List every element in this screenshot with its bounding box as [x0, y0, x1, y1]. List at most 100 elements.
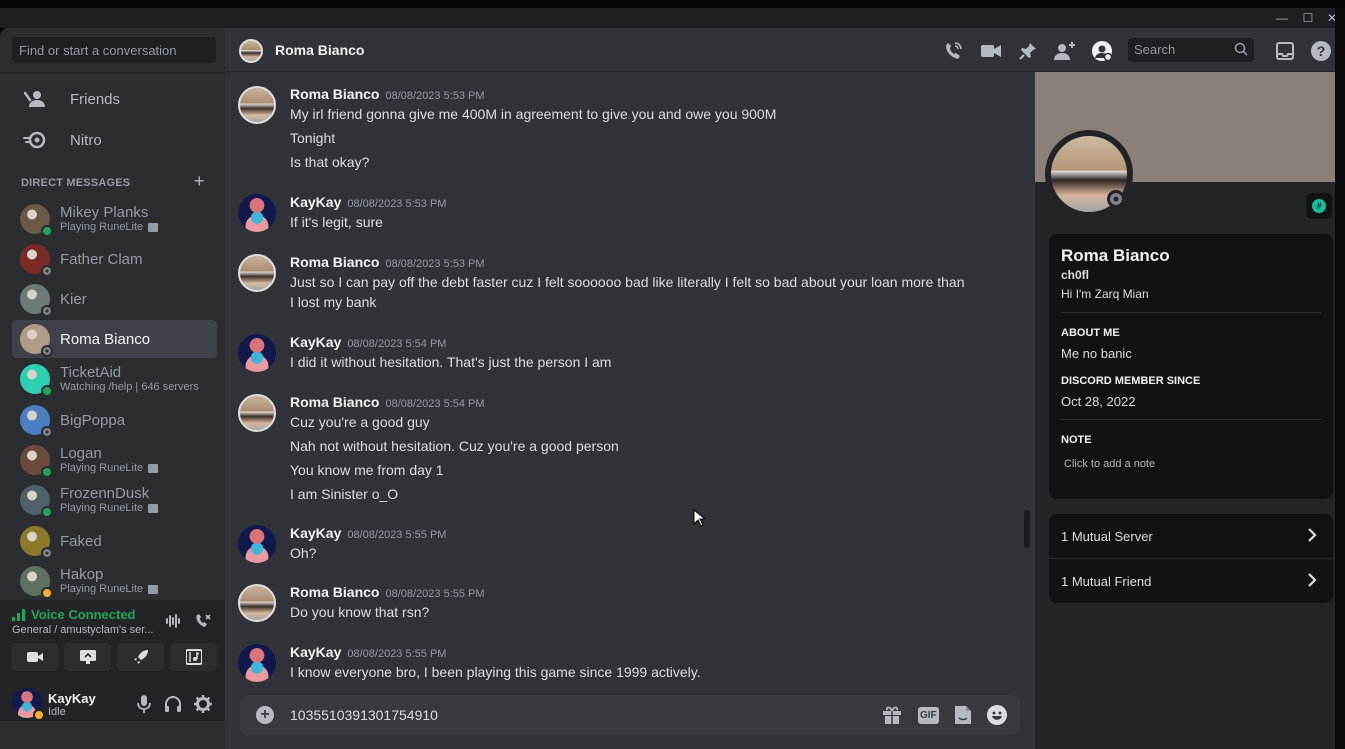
message-text: If it's legit, sure — [290, 214, 383, 230]
about-me-text: Me no banic — [1061, 346, 1132, 361]
dm-avatar — [20, 364, 53, 397]
sidebar-item-friends[interactable]: Friends — [12, 80, 217, 118]
headphones-button[interactable] — [164, 695, 182, 718]
camera-icon — [26, 652, 43, 662]
dm-name: Roma Bianco — [60, 330, 151, 348]
message-avatar[interactable] — [238, 194, 276, 232]
game-icon — [148, 504, 159, 513]
message-timestamp: 08/08/2023 5:54 PM — [347, 338, 447, 350]
message-author-row: Roma Bianco 08/08/2023 5:53 PM — [290, 86, 485, 102]
message-author[interactable]: Roma Bianco — [290, 254, 379, 270]
dm-item[interactable]: TicketAid Watching /help | 646 servers — [12, 360, 217, 398]
nitro-icon — [22, 130, 48, 150]
sidebar-item-nitro[interactable]: Nitro — [12, 121, 217, 159]
sidebar-item-label: Nitro — [70, 131, 102, 149]
dm-item[interactable]: Faked — [12, 522, 217, 560]
dm-activity-text: Playing RuneLite — [60, 583, 144, 595]
offline-status-icon — [41, 547, 53, 559]
message-avatar[interactable] — [238, 644, 276, 682]
dm-name: BigPoppa — [60, 411, 126, 429]
dm-item[interactable]: Logan Playing RuneLite — [12, 441, 217, 479]
emoji-button[interactable] — [987, 705, 1007, 730]
sticker-button[interactable] — [954, 705, 972, 730]
message-author[interactable]: Roma Bianco — [290, 394, 379, 410]
pinned-messages-button[interactable] — [1017, 40, 1039, 62]
user-avatar[interactable] — [12, 688, 45, 721]
message-author[interactable]: KayKay — [290, 334, 341, 350]
user-name: KayKay — [48, 691, 96, 706]
message-author-row: KayKay 08/08/2023 5:54 PM — [290, 334, 446, 350]
camera-button[interactable] — [11, 643, 58, 671]
disconnect-icon[interactable] — [194, 613, 212, 633]
create-dm-button[interactable]: + — [194, 171, 205, 192]
message-avatar[interactable] — [238, 254, 276, 292]
voice-connected-panel: Voice Connected General / amustyclam's s… — [0, 600, 225, 680]
online-status-icon — [41, 225, 53, 237]
message-avatar[interactable] — [238, 584, 276, 622]
noise-suppression-icon[interactable] — [165, 613, 181, 633]
find-conversation-input[interactable]: Find or start a conversation — [12, 37, 216, 63]
note-input[interactable]: Click to add a note — [1064, 458, 1155, 470]
voice-channel-link[interactable]: General / amustyclam's ser... — [12, 624, 153, 636]
hide-user-profile-button[interactable] — [1091, 40, 1113, 62]
message-author[interactable]: Roma Bianco — [290, 584, 379, 600]
minimize-button[interactable]: — — [1270, 8, 1294, 28]
dm-name: Kier — [60, 290, 87, 308]
dm-avatar — [20, 485, 53, 518]
offline-status-icon — [41, 426, 53, 438]
video-call-button[interactable] — [980, 40, 1002, 62]
header-avatar — [239, 39, 263, 63]
direct-messages-heading: DIRECT MESSAGES — [21, 177, 131, 189]
message-avatar[interactable] — [238, 86, 276, 124]
upload-button[interactable]: + — [256, 706, 274, 724]
gif-button[interactable]: GIF — [918, 705, 939, 724]
dm-item[interactable]: Mikey Planks Playing RuneLite — [12, 200, 217, 238]
message-avatar[interactable] — [238, 334, 276, 372]
screen-top-edge — [0, 0, 1345, 8]
search-input[interactable]: Search — [1128, 38, 1254, 62]
help-button[interactable]: ? — [1310, 40, 1332, 62]
add-friends-to-dm-button[interactable] — [1054, 40, 1076, 62]
dm-item[interactable]: FrozennDusk Playing RuneLite — [12, 481, 217, 519]
message-avatar[interactable] — [238, 394, 276, 432]
message-text: Tonight — [290, 130, 336, 146]
note-heading: NOTE — [1061, 434, 1092, 446]
dm-item[interactable]: BigPoppa — [12, 401, 217, 439]
dm-item[interactable]: Hakop Playing RuneLite — [12, 562, 217, 600]
chat-scrollbar[interactable] — [1024, 510, 1030, 548]
message-author-row: KayKay 08/08/2023 5:55 PM — [290, 525, 446, 541]
mutual-friends-button[interactable]: 1 Mutual Friend — [1049, 559, 1333, 603]
profile-badge[interactable]: # — [1306, 193, 1332, 219]
emoji-icon — [987, 705, 1007, 725]
message-text: You know me from day 1 — [290, 462, 444, 478]
activity-button[interactable] — [117, 643, 164, 671]
dm-item[interactable]: Kier — [12, 280, 217, 318]
soundboard-button[interactable] — [170, 643, 217, 671]
screen-share-button[interactable] — [64, 643, 111, 671]
message-avatar[interactable] — [238, 525, 276, 563]
dm-avatar — [20, 526, 53, 559]
dm-item[interactable]: Father Clam — [12, 240, 217, 278]
user-settings-button[interactable] — [194, 695, 212, 718]
search-icon — [1234, 42, 1248, 59]
message-author[interactable]: KayKay — [290, 194, 341, 210]
dm-avatar — [20, 566, 53, 599]
voice-call-button[interactable] — [942, 40, 964, 62]
dm-activity: Playing RuneLite — [60, 462, 159, 475]
gift-icon — [883, 706, 901, 724]
user-status: Idle — [48, 706, 66, 718]
microphone-button[interactable] — [137, 695, 151, 718]
message-author[interactable]: KayKay — [290, 644, 341, 660]
dm-avatar — [20, 324, 53, 357]
message-input[interactable]: 1035510391301754910 — [290, 707, 438, 723]
mutual-servers-button[interactable]: 1 Mutual Server — [1049, 514, 1333, 558]
dm-item[interactable]: Roma Bianco — [12, 320, 217, 358]
game-icon — [148, 585, 159, 594]
message-author[interactable]: Roma Bianco — [290, 86, 379, 102]
message-author-row: Roma Bianco 08/08/2023 5:54 PM — [290, 394, 485, 410]
maximize-button[interactable]: ☐ — [1296, 8, 1320, 28]
message-author[interactable]: KayKay — [290, 525, 341, 541]
gift-button[interactable] — [882, 705, 902, 730]
dm-activity: Watching /help | 646 servers — [60, 381, 199, 394]
inbox-button[interactable] — [1274, 40, 1296, 62]
